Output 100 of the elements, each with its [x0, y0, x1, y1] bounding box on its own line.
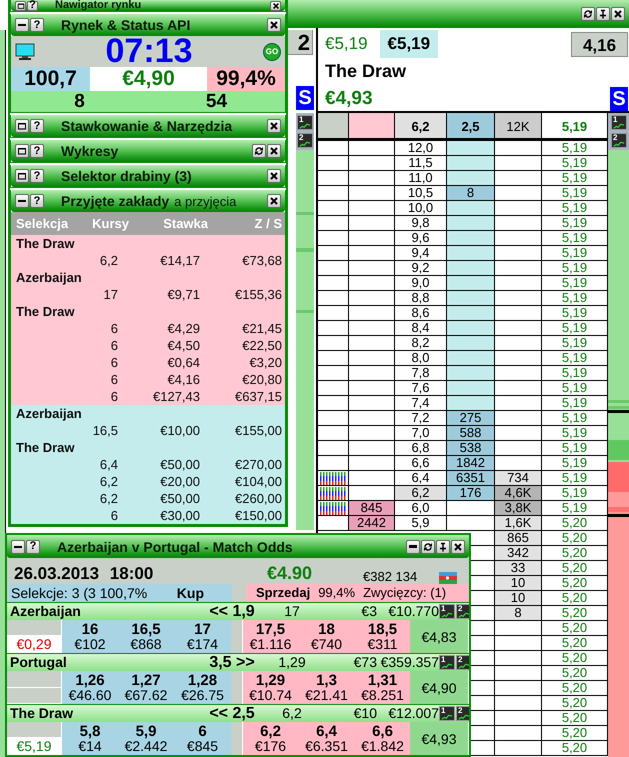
collapse-button[interactable] — [11, 540, 25, 554]
help-button[interactable]: ? — [30, 169, 44, 183]
return-cell-text: €155,00 — [234, 422, 283, 439]
chart-button[interactable]: 2 — [456, 706, 469, 721]
close-button[interactable] — [267, 119, 281, 133]
back-price-button[interactable]: 1,27 €67.62 — [118, 671, 174, 704]
back-amount-cell[interactable] — [447, 396, 495, 410]
back-amount-cell[interactable]: 6351 — [447, 471, 495, 485]
close-button[interactable] — [611, 7, 625, 21]
back-amount-cell[interactable] — [447, 141, 495, 155]
close-button[interactable] — [267, 169, 281, 183]
back-price-button[interactable]: 16,5 €868 — [118, 620, 174, 653]
help-button[interactable]: ? — [30, 144, 44, 158]
back-amount-cell[interactable] — [447, 276, 495, 290]
total-matched: €359.357 — [380, 654, 439, 671]
back-amount-cell[interactable] — [447, 171, 495, 185]
column-header: Z / S — [254, 216, 283, 231]
help-button[interactable]: ? — [30, 119, 44, 133]
close-button[interactable] — [267, 194, 281, 208]
back-amount-cell[interactable]: 8 — [447, 186, 495, 200]
chart-button[interactable]: 2 — [611, 133, 627, 148]
collapse-button[interactable] — [15, 169, 29, 183]
back-amount-cell[interactable] — [447, 291, 495, 305]
collapse-button[interactable] — [15, 119, 29, 133]
chart-button[interactable]: 1 — [439, 655, 455, 670]
last-traded: << 2,5 — [208, 705, 256, 722]
collapse-button[interactable] — [15, 144, 29, 158]
back-amount-cell[interactable] — [447, 366, 495, 380]
help-button[interactable]: ? — [26, 540, 40, 554]
lay-price-button[interactable]: 1,31 €8.251 — [355, 671, 410, 704]
collapse-button[interactable] — [15, 194, 29, 208]
pin-button[interactable] — [596, 7, 610, 21]
collapse-button[interactable] — [15, 18, 29, 32]
odds-cell-text: 6 — [110, 388, 119, 405]
pin-button[interactable] — [436, 540, 450, 554]
chart-button[interactable]: 1 — [439, 604, 455, 619]
back-amount-cell[interactable] — [447, 201, 495, 215]
back-price-button[interactable]: 16 €102 — [62, 620, 118, 653]
lay-amount-cell[interactable]: 845 — [349, 501, 395, 515]
back-amount-cell[interactable] — [447, 156, 495, 170]
window-icon — [16, 2, 24, 10]
back-amount-cell[interactable] — [447, 351, 495, 365]
line-chart-icon — [441, 612, 453, 618]
back-price-button[interactable]: 1,28 €26.75 — [174, 671, 231, 704]
back-price-button[interactable]: 5,8 €14 — [62, 722, 118, 755]
back-amount-cell[interactable] — [447, 261, 495, 275]
lay-price-button[interactable]: 6,6 €1.842 — [355, 722, 410, 755]
lay-price-button[interactable]: 17,5 €1.116 — [243, 620, 298, 653]
close-button[interactable] — [267, 144, 281, 158]
help-button[interactable]: ? — [30, 194, 44, 208]
help-button[interactable]: ? — [30, 18, 44, 32]
back-amount-cell[interactable] — [447, 231, 495, 245]
chart-button[interactable]: 2 — [456, 655, 469, 670]
s-button[interactable]: S — [296, 86, 314, 110]
close-button[interactable] — [270, 0, 281, 10]
minimize-button[interactable] — [406, 540, 420, 554]
back-price-button[interactable]: 6 €845 — [174, 722, 231, 755]
back-amount-cell[interactable]: 1842 — [447, 456, 495, 470]
back-amount-cell[interactable] — [447, 321, 495, 335]
back-amount-cell[interactable]: 588 — [447, 426, 495, 440]
lay-amount-cell[interactable]: 2442 — [349, 516, 395, 530]
last-traded: 3,5 >> — [208, 654, 256, 671]
chart-button[interactable]: 1 — [439, 706, 455, 721]
collapse-button[interactable] — [15, 0, 26, 10]
lay-price-button[interactable]: 1,3 €21.41 — [298, 671, 355, 704]
back-amount-cell[interactable] — [447, 381, 495, 395]
chart-button[interactable]: 1 — [297, 115, 313, 130]
back-amount-cell[interactable] — [447, 216, 495, 230]
refresh-button[interactable] — [421, 540, 435, 554]
close-icon — [269, 121, 279, 131]
lay-price-button[interactable]: 18 €740 — [298, 620, 355, 653]
chart-button[interactable]: 2 — [456, 604, 469, 619]
traded-volume-cell: 10 — [495, 591, 542, 605]
back-amount-cell[interactable] — [447, 306, 495, 320]
close-icon — [269, 146, 279, 156]
back-price-button[interactable]: 17 €174 — [174, 620, 231, 653]
back-amount-cell[interactable]: 176 — [447, 486, 495, 500]
s-button[interactable]: S — [610, 87, 628, 111]
back-amount-cell[interactable] — [447, 336, 495, 350]
lay-price-button[interactable]: 1,29 €10.74 — [243, 671, 298, 704]
close-button[interactable] — [267, 18, 281, 32]
lay-price-button[interactable]: 6,4 €6.351 — [298, 722, 355, 755]
chart-button[interactable]: 1 — [611, 115, 627, 130]
profit-cell: €4,83 — [410, 620, 469, 653]
close-button[interactable] — [451, 540, 465, 554]
refresh-button[interactable] — [581, 7, 595, 21]
selection-summary: Selekcje: 3 (3 100,7% — [11, 584, 148, 602]
back-amount-cell[interactable]: 538 — [447, 441, 495, 455]
chart-button[interactable]: 2 — [297, 133, 313, 148]
refresh-button[interactable] — [252, 144, 266, 158]
back-price-button[interactable]: 5,9 €2.442 — [118, 722, 174, 755]
back-amount-cell[interactable]: 275 — [447, 411, 495, 425]
stake-cell-text: €50,00 — [159, 490, 201, 507]
line-chart-icon — [299, 141, 311, 147]
back-price-button[interactable]: 1,26 €46.60 — [62, 671, 118, 704]
lay-price-button[interactable]: 6,2 €176 — [243, 722, 298, 755]
last-price: €5,19 — [325, 34, 368, 54]
help-button[interactable]: ? — [27, 0, 38, 10]
lay-price-button[interactable]: 18,5 €311 — [355, 620, 410, 653]
back-amount-cell[interactable] — [447, 246, 495, 260]
